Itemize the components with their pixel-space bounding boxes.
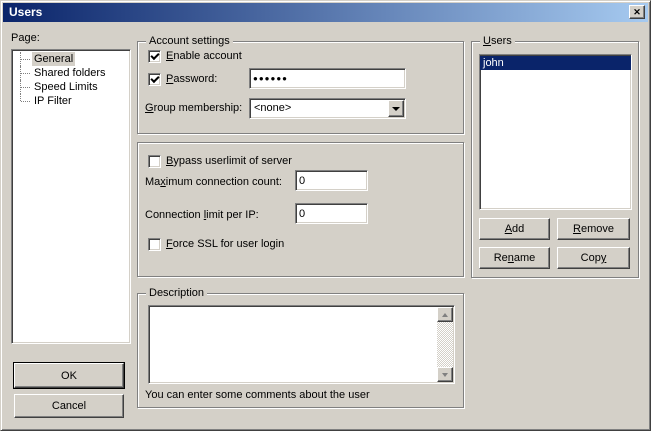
group-membership-select[interactable]: <none> bbox=[249, 98, 406, 119]
users-group: Users john Add Remove Rename Copy bbox=[471, 41, 639, 278]
triangle-down-icon bbox=[442, 373, 448, 380]
page-tree-item-label: Shared folders bbox=[32, 66, 108, 80]
page-tree-item-shared-folders[interactable]: Shared folders bbox=[12, 66, 130, 80]
page-label: Page: bbox=[11, 32, 40, 45]
close-icon: ✕ bbox=[633, 3, 641, 22]
add-user-button-label: Add bbox=[505, 223, 525, 235]
max-connections-label: Maximum connection count: bbox=[145, 176, 282, 189]
page-tree-item-label: IP Filter bbox=[32, 94, 74, 108]
window-title: Users bbox=[9, 5, 42, 19]
users-group-title: Users bbox=[480, 35, 515, 48]
force-ssl-label[interactable]: Force SSL for user login bbox=[166, 238, 284, 251]
chevron-down-icon bbox=[392, 107, 400, 115]
enable-account-checkbox[interactable] bbox=[148, 50, 161, 63]
ok-button-label: OK bbox=[61, 370, 77, 382]
description-group-title: Description bbox=[146, 287, 207, 300]
account-settings-group: Account settings Enable account Password… bbox=[137, 41, 464, 134]
page-tree-item-label: General bbox=[32, 52, 75, 66]
user-list-item[interactable]: john bbox=[480, 56, 631, 70]
password-label[interactable]: Password: bbox=[166, 73, 217, 86]
scrollbar-track bbox=[437, 322, 453, 367]
page-tree-item-ip-filter[interactable]: IP Filter bbox=[12, 94, 130, 108]
add-user-button[interactable]: Add bbox=[479, 218, 550, 240]
close-button[interactable]: ✕ bbox=[629, 5, 645, 19]
connection-limit-per-ip-label: Connection limit per IP: bbox=[145, 209, 259, 222]
copy-user-button[interactable]: Copy bbox=[557, 247, 630, 269]
connection-limit-per-ip-input[interactable] bbox=[295, 203, 368, 224]
cancel-button-label: Cancel bbox=[52, 400, 86, 412]
rename-user-button-label: Rename bbox=[494, 252, 536, 264]
description-group: Description You can enter some comments … bbox=[137, 293, 464, 408]
users-dialog: Users ✕ Page: General Shared folders Spe… bbox=[0, 0, 651, 431]
remove-user-button[interactable]: Remove bbox=[557, 218, 630, 240]
combo-dropdown-button[interactable] bbox=[388, 100, 404, 117]
account-settings-group-title: Account settings bbox=[146, 35, 233, 48]
bypass-userlimit-checkbox[interactable] bbox=[148, 155, 161, 168]
description-textbox bbox=[148, 305, 455, 384]
password-input[interactable] bbox=[249, 68, 406, 89]
titlebar[interactable]: Users ✕ bbox=[3, 3, 648, 22]
copy-user-button-label: Copy bbox=[581, 252, 607, 264]
cancel-button[interactable]: Cancel bbox=[14, 394, 124, 418]
remove-user-button-label: Remove bbox=[573, 223, 614, 235]
description-hint: You can enter some comments about the us… bbox=[145, 389, 370, 402]
rename-user-button[interactable]: Rename bbox=[479, 247, 550, 269]
page-tree-item-speed-limits[interactable]: Speed Limits bbox=[12, 80, 130, 94]
page-tree-item-general[interactable]: General bbox=[12, 52, 130, 66]
group-membership-value: <none> bbox=[254, 101, 291, 116]
bypass-userlimit-label[interactable]: Bypass userlimit of server bbox=[166, 155, 292, 168]
scroll-down-button[interactable] bbox=[437, 367, 453, 382]
group-membership-label: Group membership: bbox=[145, 102, 242, 115]
scroll-up-button[interactable] bbox=[437, 307, 453, 322]
password-checkbox[interactable] bbox=[148, 73, 161, 86]
triangle-up-icon bbox=[442, 310, 448, 317]
enable-account-label[interactable]: Enable account bbox=[166, 50, 242, 63]
force-ssl-checkbox[interactable] bbox=[148, 238, 161, 251]
page-tree[interactable]: General Shared folders Speed Limits IP F… bbox=[11, 49, 131, 344]
description-input[interactable] bbox=[150, 307, 437, 382]
description-scrollbar[interactable] bbox=[437, 307, 453, 382]
limits-group: Bypass userlimit of server Maximum conne… bbox=[137, 142, 464, 277]
page-tree-item-label: Speed Limits bbox=[32, 80, 100, 94]
max-connections-input[interactable] bbox=[295, 170, 368, 191]
ok-button[interactable]: OK bbox=[14, 363, 124, 388]
users-list[interactable]: john bbox=[479, 54, 632, 210]
